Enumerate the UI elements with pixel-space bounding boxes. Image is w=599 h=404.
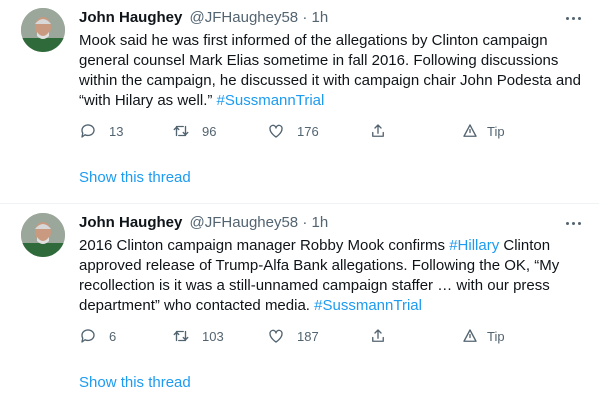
reply-button[interactable]: 13 <box>79 121 123 141</box>
tip-icon <box>463 329 477 342</box>
author-name[interactable]: John Haughey <box>79 9 182 26</box>
hashtag-link[interactable]: #SussmannTrial <box>217 92 325 109</box>
avatar[interactable] <box>21 213 65 257</box>
share-icon <box>372 329 384 342</box>
tip-label: Tip <box>487 123 505 139</box>
tweet-header: John Haughey @JFHaughey58 · 1h <box>79 8 328 27</box>
tip-icon <box>463 124 477 137</box>
more-icon[interactable] <box>563 215 583 231</box>
author-handle[interactable]: @JFHaughey58 <box>190 9 299 26</box>
tweet[interactable]: John Haughey @JFHaughey58 · 1h Mook said… <box>0 0 599 186</box>
tweet-text: Mook said he was first informed of the a… <box>79 31 589 111</box>
separator-dot: · <box>302 214 308 231</box>
author-name[interactable]: John Haughey <box>79 214 182 231</box>
reply-count: 13 <box>109 123 124 139</box>
tweet-text: 2016 Clinton campaign manager Robby Mook… <box>79 236 589 316</box>
like-icon <box>269 124 283 138</box>
tip-button[interactable]: Tip <box>461 326 505 346</box>
timestamp[interactable]: 1h <box>312 9 329 26</box>
like-button[interactable]: 187 <box>267 326 319 346</box>
hashtag-link[interactable]: #SussmannTrial <box>314 297 422 314</box>
retweet-icon <box>173 125 189 137</box>
tweet-actions: 6 103 187 Tip <box>79 326 519 346</box>
show-thread-link[interactable]: Show this thread <box>79 168 191 188</box>
show-thread-link[interactable]: Show this thread <box>79 373 191 393</box>
like-count: 176 <box>297 123 319 139</box>
tip-button[interactable]: Tip <box>461 121 505 141</box>
avatar-image <box>21 213 65 257</box>
tweet-text-body: Mook said he was first informed of the a… <box>79 32 581 109</box>
avatar-image <box>21 8 65 52</box>
tweet-header: John Haughey @JFHaughey58 · 1h <box>79 213 328 232</box>
like-button[interactable]: 176 <box>267 121 319 141</box>
reply-icon <box>81 124 95 138</box>
share-icon <box>372 124 384 137</box>
author-handle[interactable]: @JFHaughey58 <box>190 214 299 231</box>
tweet-actions: 13 96 176 Tip <box>79 121 519 141</box>
timestamp[interactable]: 1h <box>312 214 329 231</box>
separator-dot: · <box>302 9 308 26</box>
retweet-button[interactable]: 103 <box>172 326 224 346</box>
hashtag-link[interactable]: #Hillary <box>449 237 499 254</box>
tweet[interactable]: John Haughey @JFHaughey58 · 1h 2016 Clin… <box>0 205 599 357</box>
more-icon[interactable] <box>563 10 583 26</box>
share-button[interactable] <box>369 121 387 141</box>
avatar[interactable] <box>21 8 65 52</box>
tip-label: Tip <box>487 328 505 344</box>
reply-button[interactable]: 6 <box>79 326 116 346</box>
tweet-text-body: 2016 Clinton campaign manager Robby Mook… <box>79 237 450 254</box>
like-count: 187 <box>297 328 319 344</box>
reply-icon <box>81 329 95 343</box>
retweet-count: 103 <box>202 328 224 344</box>
retweet-icon <box>173 330 189 342</box>
reply-count: 6 <box>109 328 117 344</box>
like-icon <box>269 329 283 343</box>
retweet-button[interactable]: 96 <box>172 121 216 141</box>
divider <box>0 203 599 204</box>
retweet-count: 96 <box>202 123 217 139</box>
share-button[interactable] <box>369 326 387 346</box>
